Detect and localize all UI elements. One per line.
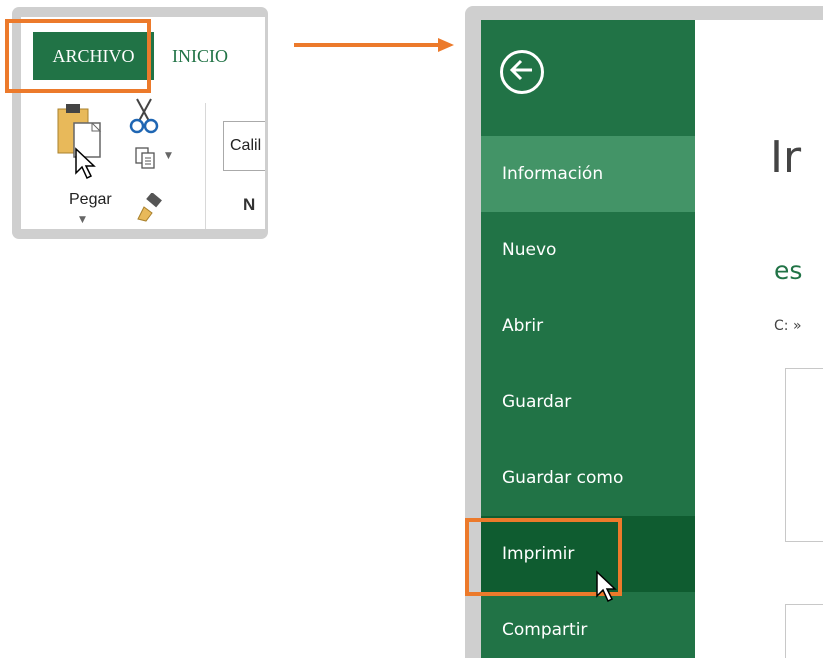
cut-icon[interactable] (127, 95, 161, 139)
format-painter-icon[interactable] (134, 192, 164, 227)
menu-item-guardar-como[interactable]: Guardar como (481, 440, 695, 516)
backstage-content: Ir es C: » (695, 20, 823, 658)
connector-arrow-icon (294, 38, 454, 52)
content-card[interactable] (785, 604, 823, 658)
menu-item-guardar[interactable]: Guardar (481, 364, 695, 440)
bold-button[interactable]: N (243, 195, 255, 215)
tab-inicio[interactable]: INICIO (172, 32, 228, 80)
document-path: C: » (774, 318, 802, 334)
menu-item-label: Guardar como (502, 468, 624, 488)
page-title: Ir (770, 132, 802, 183)
mouse-cursor-icon (595, 570, 617, 610)
menu-item-nuevo[interactable]: Nuevo (481, 212, 695, 288)
ribbon-group-divider (205, 103, 206, 229)
menu-item-informacion[interactable]: Información (481, 136, 695, 212)
menu-item-label: Información (502, 164, 604, 184)
menu-item-compartir[interactable]: Compartir (481, 592, 695, 668)
content-card[interactable] (785, 368, 823, 542)
menu-item-abrir[interactable]: Abrir (481, 288, 695, 364)
back-button[interactable] (500, 50, 544, 94)
paste-label: Pegar (69, 191, 112, 208)
copy-icon[interactable] (133, 145, 159, 175)
menu-item-label: Compartir (502, 620, 588, 640)
highlight-archivo (5, 19, 151, 93)
document-name: es (774, 256, 803, 285)
mouse-cursor-icon (74, 147, 96, 185)
paste-dropdown-arrow[interactable]: ▼ (79, 215, 86, 225)
copy-dropdown-arrow[interactable]: ▼ (165, 151, 172, 161)
menu-item-label: Abrir (502, 316, 544, 336)
back-arrow-icon (509, 59, 535, 85)
menu-item-label: Nuevo (502, 240, 557, 260)
menu-item-label: Guardar (502, 392, 572, 412)
font-name-box[interactable]: Calil (223, 121, 265, 171)
